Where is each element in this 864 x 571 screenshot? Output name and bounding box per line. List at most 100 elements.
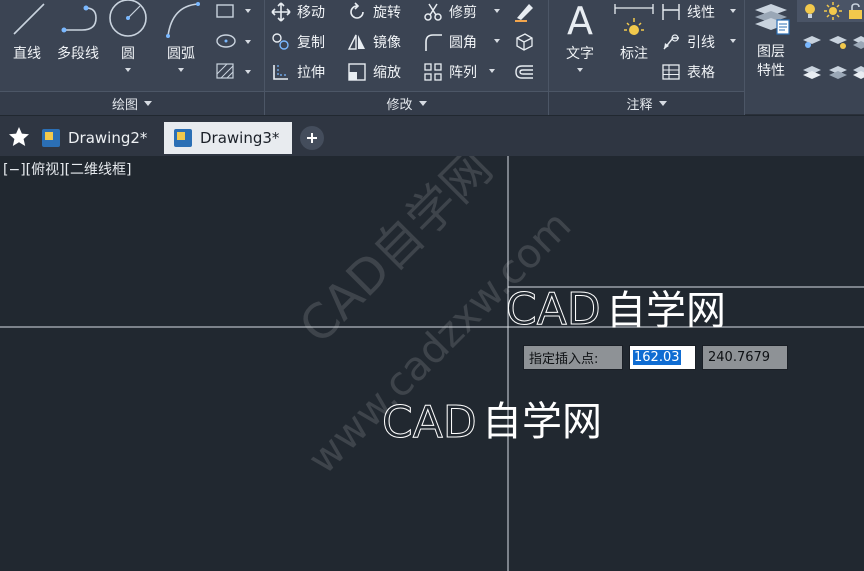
new-tab-button[interactable] [300,126,324,150]
circle-dropdown-caret[interactable] [125,68,131,72]
sun-icon[interactable] [823,1,843,21]
svg-text:A: A [567,0,593,42]
layer-properties-icon [755,4,790,35]
hatch-icon[interactable] [215,62,237,80]
annotation-panel-title: 注释 [626,98,653,113]
leader-label: 引线 [687,35,715,51]
rectangle-icon[interactable] [215,2,237,20]
fillet-dropdown-caret[interactable] [494,39,500,43]
move-icon [271,2,291,22]
line-tool[interactable]: 直线 [6,0,48,90]
polyline-icon [61,5,97,33]
leader-tool[interactable]: 引线 [661,30,715,54]
array-icon [424,63,442,81]
drawing-canvas[interactable]: [−][俯视][二维线框] CAD自学网 www.cadzxw.com CAD … [0,156,864,571]
ellipse-icon[interactable] [215,32,237,50]
copy-icon [272,33,289,50]
scale-tool[interactable]: 缩放 [347,60,401,84]
linear-dim-label: 线性 [687,5,715,21]
text-tool[interactable]: A 文字 [559,0,601,90]
layer-match-icon[interactable] [851,32,864,52]
fillet-icon [425,34,442,51]
lightbulb-icon[interactable] [801,2,819,20]
modify-panel-footer[interactable]: 修改 [265,91,548,115]
offset-icon[interactable] [513,62,535,82]
arc-dropdown-caret[interactable] [178,68,184,72]
start-star-icon[interactable] [8,126,30,148]
trim-dropdown-caret[interactable] [494,9,500,13]
table-tool[interactable]: 表格 [661,60,715,84]
lock-icon[interactable] [847,2,864,20]
layer-properties-label-line2: 特性 [757,63,785,79]
fillet-label: 圆角 [449,35,477,51]
layer-off-icon[interactable] [801,62,823,82]
explode-icon[interactable] [513,30,535,52]
scale-icon [348,63,366,81]
insert-x-input[interactable]: 162.03 [629,345,696,370]
dynamic-input-tooltip: 指定插入点: 162.03 240.7679 [523,345,788,370]
leader-dropdown-caret[interactable] [730,39,736,43]
rotate-label: 旋转 [373,5,401,21]
circle-tool[interactable]: 圆 [106,0,150,90]
stretch-tool[interactable]: 拉伸 [271,60,325,84]
draw-panel: 直线 多段线 圆 圆弧 绘图 [0,0,265,115]
layer-properties-label: 图层 特性 [749,43,793,81]
layer-walk-icon[interactable] [851,62,864,82]
hatch-dropdown-caret[interactable] [245,70,251,74]
array-tool[interactable]: 阵列 [423,60,477,84]
plus-icon [307,133,317,143]
copy-tool[interactable]: 复制 [271,30,325,54]
insert-y-input[interactable]: 240.7679 [702,345,788,370]
dwg-file-icon [174,129,192,147]
rectangle-dropdown-caret[interactable] [245,9,251,13]
fillet-tool[interactable]: 圆角 [423,30,477,54]
modify-panel-caret [418,101,427,106]
circle-tool-label: 圆 [121,46,135,62]
layer-properties-tool[interactable]: 图层 特性 [749,0,793,90]
mirror-icon [347,34,365,50]
linear-dimension-icon [662,4,680,20]
layers-panel: 图层 特性 [745,0,864,115]
layer-isolate-icon[interactable] [801,32,823,52]
leader-icon [663,34,679,50]
tab-drawing3[interactable]: Drawing3* [164,122,292,154]
table-icon [662,64,680,80]
mirror-tool[interactable]: 镜像 [347,30,401,54]
dimension-icon [614,4,654,35]
rotate-tool[interactable]: 旋转 [347,0,401,24]
placed-text-cjk[interactable]: 自学网 [482,399,602,445]
arc-tool[interactable]: 圆弧 [158,0,204,90]
array-label: 阵列 [449,65,477,81]
draw-panel-caret [144,101,152,106]
scale-label: 缩放 [373,65,401,81]
text-tool-label: 文字 [566,46,594,62]
trim-label: 修剪 [449,5,477,21]
arc-icon [166,2,200,38]
scissors-icon [424,3,442,21]
line-icon [13,3,45,35]
annotation-panel-footer[interactable]: 注释 [549,91,744,115]
stretch-icon [273,65,288,80]
placed-text-latin[interactable]: CAD [382,397,478,449]
erase-icon[interactable] [513,0,535,22]
rotate-icon [350,2,364,19]
modify-panel-title: 修改 [386,98,413,113]
ellipse-dropdown-caret[interactable] [245,40,251,44]
array-dropdown-caret[interactable] [489,69,495,73]
circle-icon [109,0,147,37]
linear-dim-tool[interactable]: 线性 [661,0,715,24]
layer-lock-icon[interactable] [827,62,849,82]
table-label: 表格 [687,65,715,81]
trim-tool[interactable]: 修剪 [423,0,477,24]
linear-dim-dropdown-caret[interactable] [730,9,736,13]
move-tool[interactable]: 移动 [271,0,325,24]
tab-drawing2[interactable]: Drawing2* [32,122,157,154]
layer-freeze-icon[interactable] [827,32,849,52]
file-tab-bar: Drawing2* Drawing3* [0,116,864,156]
draw-panel-footer[interactable]: 绘图 [0,91,264,115]
annotation-panel-caret [658,101,667,106]
dimension-tool[interactable]: 标注 [611,0,657,90]
polyline-tool[interactable]: 多段线 [52,0,104,90]
text-dropdown-caret[interactable] [577,68,583,72]
copy-label: 复制 [297,35,325,51]
